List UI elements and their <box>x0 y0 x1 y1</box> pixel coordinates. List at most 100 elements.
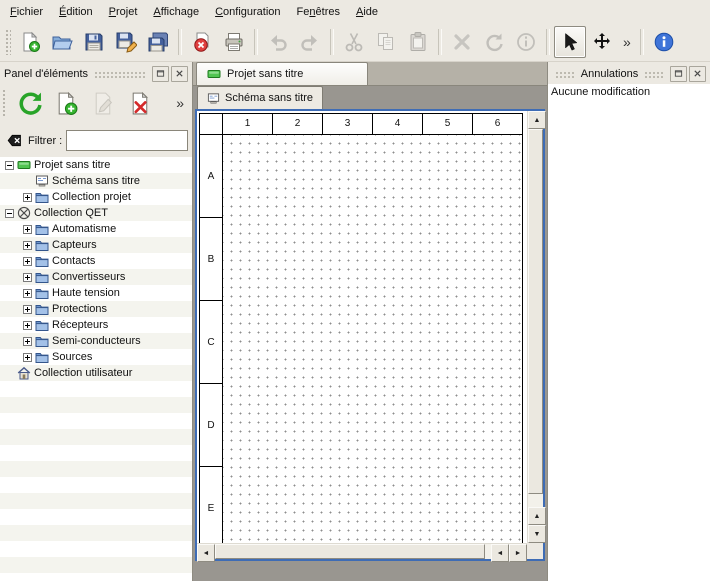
tree-item-collection-projet[interactable]: Collection projet <box>0 189 192 205</box>
undo-titlebar[interactable]: Annulations <box>548 65 710 82</box>
horizontal-scroll-thumb[interactable] <box>215 544 485 559</box>
toolbar-handle[interactable] <box>2 89 7 117</box>
dock-grip[interactable] <box>555 70 575 78</box>
new-document-button[interactable] <box>14 26 46 58</box>
toolbar-separator <box>438 29 442 55</box>
column-ruler: 123456 <box>200 114 522 135</box>
scroll-right-button[interactable]: ► <box>509 544 527 562</box>
elements-panel-dock: Panel d'éléments » Filtrer : Projet sans… <box>0 62 192 581</box>
tree-item-label: Convertisseurs <box>52 271 125 283</box>
expand-expander-icon[interactable] <box>22 257 33 266</box>
expand-expander-icon[interactable] <box>22 289 33 298</box>
collapse-expander-icon[interactable] <box>4 209 15 218</box>
close-dock-button[interactable] <box>689 66 706 82</box>
save-button[interactable] <box>78 26 110 58</box>
dock-grip[interactable] <box>644 70 664 78</box>
horizontal-scroll-track[interactable] <box>215 544 491 559</box>
dock-buttons <box>670 66 706 82</box>
tree-item-label: Récepteurs <box>52 319 108 331</box>
filter-input[interactable] <box>66 130 188 151</box>
toolbar-handle[interactable] <box>5 29 11 55</box>
delete-element-button[interactable] <box>123 86 157 120</box>
menu-configuration[interactable]: Configuration <box>207 0 288 23</box>
menu-fenetres[interactable]: Fenêtres <box>289 0 348 23</box>
vertical-scroll-thumb[interactable] <box>528 129 543 494</box>
project-tab[interactable]: Projet sans titre <box>196 62 368 85</box>
scroll-up-button-bottom[interactable]: ▲ <box>528 507 546 525</box>
horizontal-scrollbar[interactable]: ◄ ◄ ► <box>197 543 527 559</box>
menu-aide[interactable]: Aide <box>348 0 386 23</box>
scroll-left-button[interactable]: ◄ <box>197 544 215 562</box>
open-folder-button[interactable] <box>46 26 78 58</box>
tree-item-collection-utilisateur[interactable]: Collection utilisateur <box>0 365 192 381</box>
schema-tab[interactable]: Schéma sans titre <box>197 86 323 109</box>
scroll-down-button[interactable]: ▼ <box>528 525 546 543</box>
expand-expander-icon[interactable] <box>22 193 33 202</box>
undo-button[interactable] <box>262 26 294 58</box>
tree-item-collection-qet[interactable]: Collection QET <box>0 205 192 221</box>
project-window: Schéma sans titre 123456 ABCDE <box>193 86 547 581</box>
print-button[interactable] <box>218 26 250 58</box>
close-dock-button[interactable] <box>171 66 188 82</box>
tree-item-semi-conducteurs[interactable]: Semi-conducteurs <box>0 333 192 349</box>
close-document-button[interactable] <box>186 26 218 58</box>
expand-expander-icon[interactable] <box>22 305 33 314</box>
vertical-scrollbar[interactable]: ▲ ▲ ▼ <box>527 111 543 543</box>
tree-item-schema-sans-titre[interactable]: Schéma sans titre <box>0 173 192 189</box>
tree-item-projet-sans-titre[interactable]: Projet sans titre <box>0 157 192 173</box>
pan-move-icon <box>591 31 613 53</box>
menu-edition[interactable]: Édition <box>51 0 101 23</box>
diagram-viewport[interactable]: 123456 ABCDE <box>197 111 527 543</box>
vertical-scroll-track[interactable] <box>528 129 543 507</box>
tree-item-contacts[interactable]: Contacts <box>0 253 192 269</box>
clear-filter-button[interactable] <box>4 132 24 150</box>
toolbar-overflow-button[interactable]: » <box>618 34 636 50</box>
menu-affichage[interactable]: Affichage <box>145 0 207 23</box>
menu-projet[interactable]: Projet <box>101 0 146 23</box>
dock-grip[interactable] <box>94 70 146 78</box>
info-circle-button[interactable] <box>510 26 542 58</box>
redo-button[interactable] <box>294 26 326 58</box>
menu-fichier[interactable]: Fichier <box>2 0 51 23</box>
expand-expander-icon[interactable] <box>22 273 33 282</box>
project-icon <box>16 158 31 172</box>
expand-expander-icon[interactable] <box>22 337 33 346</box>
about-info-button[interactable] <box>648 26 680 58</box>
expand-expander-icon[interactable] <box>22 353 33 362</box>
elements-panel-titlebar[interactable]: Panel d'éléments <box>0 65 192 82</box>
tree-item-capteurs[interactable]: Capteurs <box>0 237 192 253</box>
paste-icon <box>407 31 429 53</box>
scroll-left-button-right[interactable]: ◄ <box>491 544 509 562</box>
edit-element-button[interactable] <box>86 86 120 120</box>
save-all-button[interactable] <box>142 26 174 58</box>
toolbar-overflow-button[interactable]: » <box>176 95 190 111</box>
new-element-button[interactable] <box>49 86 83 120</box>
folder-icon <box>34 350 49 364</box>
reload-collections-button[interactable] <box>12 86 46 120</box>
tree-item-protections[interactable]: Protections <box>0 301 192 317</box>
scroll-up-button[interactable]: ▲ <box>528 111 546 129</box>
float-window-button[interactable] <box>670 66 687 82</box>
delete-button[interactable] <box>446 26 478 58</box>
schematic-page: 123456 ABCDE <box>199 113 523 543</box>
copy-button[interactable] <box>370 26 402 58</box>
cut-button[interactable] <box>338 26 370 58</box>
tree-item-convertisseurs[interactable]: Convertisseurs <box>0 269 192 285</box>
select-arrow-button[interactable] <box>554 26 586 58</box>
tree-item-automatisme[interactable]: Automatisme <box>0 221 192 237</box>
expand-expander-icon[interactable] <box>22 225 33 234</box>
pan-move-button[interactable] <box>586 26 618 58</box>
tree-item-recepteurs[interactable]: Récepteurs <box>0 317 192 333</box>
float-window-button[interactable] <box>152 66 169 82</box>
rotate-button[interactable] <box>478 26 510 58</box>
paste-button[interactable] <box>402 26 434 58</box>
expand-expander-icon[interactable] <box>22 241 33 250</box>
save-as-button[interactable] <box>110 26 142 58</box>
tree-item-haute-tension[interactable]: Haute tension <box>0 285 192 301</box>
row-ruler: ABCDE <box>200 135 223 543</box>
tree-item-sources[interactable]: Sources <box>0 349 192 365</box>
collapse-expander-icon[interactable] <box>4 161 15 170</box>
toolbar-separator <box>178 29 182 55</box>
expand-expander-icon[interactable] <box>22 321 33 330</box>
dot-grid-canvas[interactable] <box>223 135 522 543</box>
